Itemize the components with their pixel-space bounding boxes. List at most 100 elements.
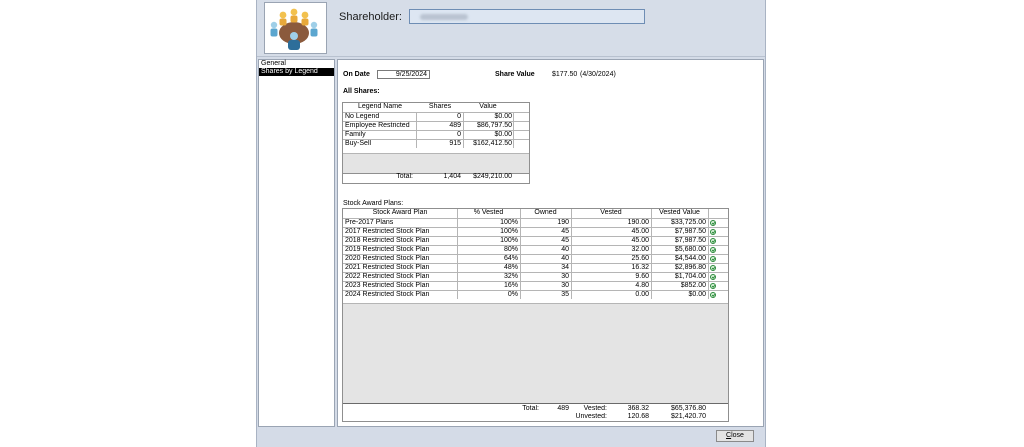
pct-vested-cell: 48% (503, 264, 518, 271)
owned-cell: 45 (561, 237, 569, 244)
owned-cell: 30 (561, 282, 569, 289)
pct-vested-cell: 100% (500, 228, 518, 235)
close-button-label: lose (731, 432, 744, 439)
check-circle-icon[interactable] (710, 229, 716, 235)
owned-cell: 30 (561, 273, 569, 280)
owned-cell: 34 (561, 264, 569, 271)
vested-value-cell: $2,896.80 (674, 264, 706, 271)
vested-cell: 32.00 (631, 246, 649, 253)
share-value: $177.50 (552, 71, 578, 78)
vested-cell: 45.00 (631, 228, 649, 235)
table-row[interactable]: 2017 Restricted Stock Plan 100% 45 45.00… (343, 227, 728, 236)
table-row[interactable]: Pre-2017 Plans 100% 190 190.00 $33,725.0… (343, 218, 728, 227)
plan-name-cell: 2019 Restricted Stock Plan (345, 246, 430, 253)
table-row[interactable]: 2024 Restricted Stock Plan 0% 35 0.00 $0… (343, 290, 728, 299)
shareholder-window: Shareholder: General Shares by Legend On… (256, 0, 766, 447)
all-shares-label: All Shares: (343, 88, 380, 95)
vested-value-cell: $0.00 (688, 291, 706, 298)
vested-value-cell: $33,725.00 (670, 219, 706, 226)
table-row[interactable]: 2022 Restricted Stock Plan 32% 30 9.60 $… (343, 272, 728, 281)
vested-cell: 25.60 (631, 255, 649, 262)
check-circle-icon[interactable] (710, 238, 716, 244)
vested-cell: 190.00 (627, 219, 649, 226)
vested-cell: 4.80 (635, 282, 649, 289)
vested-cell: 16.32 (631, 264, 649, 271)
stock-award-plans-label: Stock Award Plans: (343, 200, 404, 207)
awards-total-vested: 368.32 (627, 405, 649, 412)
awards-total-label: Total: (522, 405, 539, 412)
nav-item-general[interactable]: General (259, 60, 334, 68)
legend-name-cell: Employee Restricted (345, 122, 410, 129)
check-circle-icon[interactable] (710, 283, 716, 289)
stock-award-plans-grid: Stock Award Plan % Vested Owned Vested V… (342, 208, 729, 422)
table-row[interactable]: 2023 Restricted Stock Plan 16% 30 4.80 $… (343, 281, 728, 290)
pct-vested-cell: 0% (507, 291, 518, 298)
check-circle-icon[interactable] (710, 220, 716, 226)
plan-name-cell: 2017 Restricted Stock Plan (345, 228, 430, 235)
col-header-vested: Vested (600, 209, 622, 216)
table-row[interactable]: 2018 Restricted Stock Plan 100% 45 45.00… (343, 236, 728, 245)
plan-name-cell: 2021 Restricted Stock Plan (345, 264, 430, 271)
shareholder-name-field[interactable] (409, 9, 645, 24)
table-row[interactable]: No Legend 0 $0.00 (343, 112, 529, 121)
plan-name-cell: 2020 Restricted Stock Plan (345, 255, 430, 262)
owned-cell: 40 (561, 255, 569, 262)
vested-value-cell: $7,987.50 (674, 237, 706, 244)
on-date-label: On Date (343, 71, 370, 78)
pct-vested-cell: 32% (503, 273, 518, 280)
shares-cell: 0 (457, 131, 461, 138)
value-cell: $86,797.50 (476, 122, 512, 129)
shares-cell: 0 (457, 113, 461, 120)
table-row[interactable]: 2019 Restricted Stock Plan 80% 40 32.00 … (343, 245, 728, 254)
legend-name-cell: No Legend (345, 113, 380, 120)
total-label: Total: (396, 173, 413, 180)
vested-value-cell: $1,704.00 (674, 273, 706, 280)
redacted-name (420, 14, 468, 20)
pct-vested-cell: 64% (503, 255, 518, 262)
total-shares: 1,404 (443, 173, 461, 180)
vested-label: Vested: (583, 405, 607, 412)
check-circle-icon[interactable] (710, 256, 716, 262)
awards-total-footer: Total: 489 Vested: 368.32 $65,376.80 Unv… (343, 403, 728, 422)
value-cell: $0.00 (494, 113, 512, 120)
check-circle-icon[interactable] (710, 265, 716, 271)
section-nav-list[interactable]: General Shares by Legend (258, 59, 335, 427)
unvested-label: Unvested: (575, 413, 607, 420)
on-date-field[interactable]: 9/25/2024 (377, 70, 430, 79)
vested-value-cell: $4,544.00 (674, 255, 706, 262)
col-header-owned: Owned (534, 209, 557, 216)
table-row[interactable]: 2020 Restricted Stock Plan 64% 40 25.60 … (343, 254, 728, 263)
vested-value-cell: $5,680.00 (674, 246, 706, 253)
share-value-label: Share Value (495, 71, 535, 78)
plan-name-cell: 2024 Restricted Stock Plan (345, 291, 430, 298)
owned-cell: 45 (561, 228, 569, 235)
col-header-vested-value: Vested Value (659, 209, 700, 216)
check-circle-icon[interactable] (710, 292, 716, 298)
awards-total-unvested: 120.68 (627, 413, 649, 420)
table-row[interactable]: Employee Restricted 489 $86,797.50 (343, 121, 529, 130)
awards-total-unvested-value: $21,420.70 (670, 413, 706, 420)
col-header-legend: Legend Name (358, 103, 402, 110)
pct-vested-cell: 100% (500, 219, 518, 226)
check-circle-icon[interactable] (710, 247, 716, 253)
table-row[interactable]: Family 0 $0.00 (343, 130, 529, 139)
col-header-plan: Stock Award Plan (372, 209, 428, 216)
close-button[interactable]: Close (716, 430, 754, 442)
col-header-pct-vested: % Vested (473, 209, 504, 216)
grid-empty-area (343, 153, 529, 174)
table-row[interactable]: Buy-Sell 915 $162,412.50 (343, 139, 529, 148)
total-value: $249,210.00 (473, 173, 512, 180)
pct-vested-cell: 16% (503, 282, 518, 289)
value-cell: $162,412.50 (473, 140, 512, 147)
nav-item-shares-by-legend[interactable]: Shares by Legend (259, 68, 334, 76)
share-value-date: (4/30/2024) (580, 71, 616, 78)
shares-total-row: Total: 1,404 $249,210.00 (343, 172, 529, 183)
awards-total-owned: 489 (557, 405, 569, 412)
shares-by-legend-panel: On Date 9/25/2024 Share Value $177.50 (4… (337, 59, 764, 427)
check-circle-icon[interactable] (710, 274, 716, 280)
vested-value-cell: $7,987.50 (674, 228, 706, 235)
table-row[interactable]: 2021 Restricted Stock Plan 48% 34 16.32 … (343, 263, 728, 272)
shareholder-logo-image (264, 2, 327, 54)
col-header-value: Value (479, 103, 497, 110)
shareholder-label: Shareholder: (339, 11, 402, 23)
